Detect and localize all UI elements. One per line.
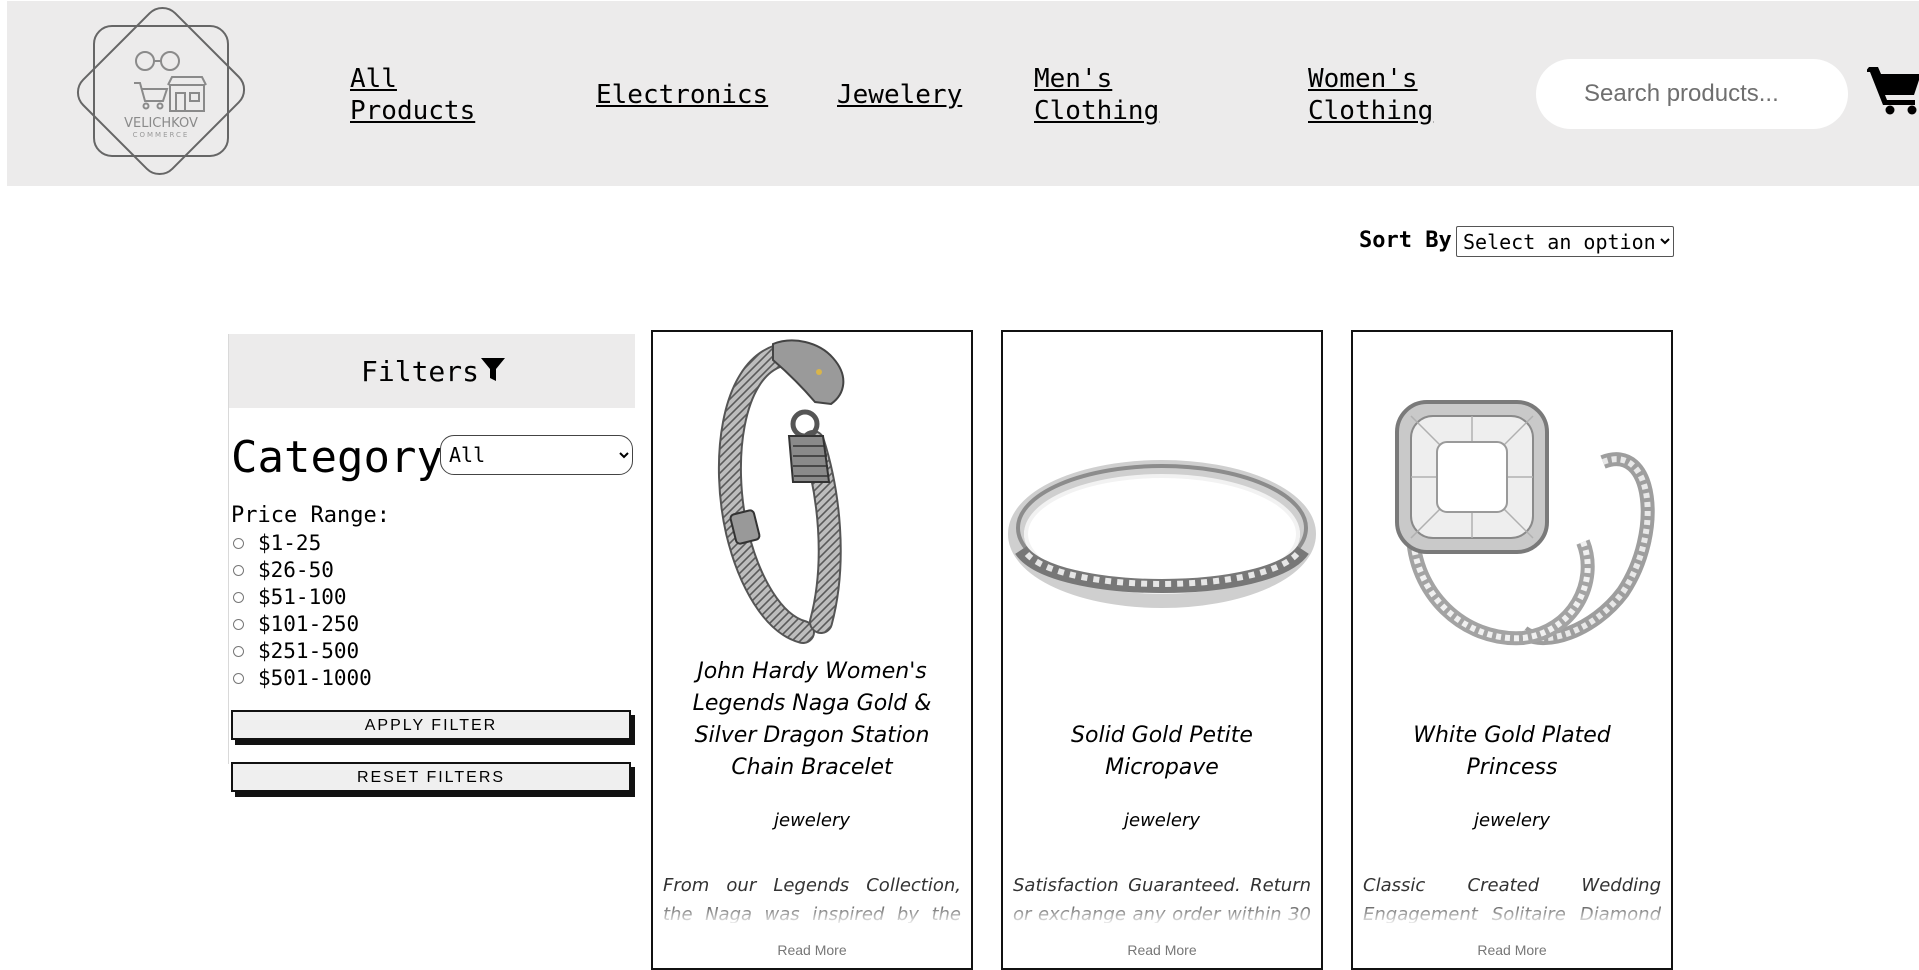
product-card[interactable]: Solid Gold Petite Micropave jewelery Sat… [1001,330,1323,970]
nav-all-products-label-2: Products [350,96,476,126]
nav-mens-clothing-label-1: Men's [1034,64,1113,94]
radio-button[interactable] [233,645,244,657]
product-title[interactable]: John Hardy Women's Legends Naga Gold & S… [665,656,959,784]
nav-womens-clothing[interactable]: Women's Clothing [1308,63,1433,127]
store-logo-icon[interactable]: VELICHKOV COMMERCE [72,5,250,177]
price-range-option[interactable]: $501-1000 [233,665,372,691]
product-title-line: White Gold Plated [1413,723,1611,748]
price-range-option[interactable]: $26-50 [233,557,334,583]
price-range-text: $251-500 [258,639,360,663]
product-description: From our Legends Collection, the Naga wa… [663,875,961,923]
nav-mens-clothing[interactable]: Men's Clothing [1034,63,1159,127]
price-range-label: Price Range: [231,503,390,528]
princess-ring-image[interactable] [1353,332,1671,648]
product-title-line: John Hardy Women's [697,659,927,684]
product-category: jewelery [1124,810,1200,831]
filters-header: Filters [229,334,635,408]
nav-all-products-label-1: All [350,64,397,94]
product-title[interactable]: Solid Gold Petite Micropave [1015,720,1309,784]
sort-label: Sort By: [1359,228,1465,253]
search-input[interactable] [1536,59,1848,129]
product-category: jewelery [774,810,850,831]
logo-subtext: COMMERCE [133,131,190,139]
radio-button[interactable] [233,591,244,603]
product-description: Classic Created Wedding Engagement Solit… [1363,875,1661,923]
radio-button[interactable] [233,537,244,549]
product-title[interactable]: White Gold Plated Princess [1365,720,1659,784]
nav-all-products[interactable]: All Products [350,63,475,127]
nav-mens-clothing-label-2: Clothing [1034,96,1160,126]
price-range-option[interactable]: $51-100 [233,584,347,610]
nav-womens-clothing-label-2: Clothing [1308,96,1434,126]
site-header: VELICHKOV COMMERCE All Products Electron… [7,1,1919,186]
filters-panel: Filters Category: All Price Range: $1-25… [228,334,635,792]
product-card[interactable]: John Hardy Women's Legends Naga Gold & S… [651,330,973,970]
nav-jewelery-label: Jewelery [837,80,963,110]
product-title-line: Silver Dragon Station [694,723,930,748]
silver-band-ring-image[interactable] [1003,332,1321,648]
shopping-cart-icon[interactable] [1867,63,1919,115]
price-range-text: $51-100 [258,585,347,609]
nav-womens-clothing-label-1: Women's [1308,64,1418,94]
sort-select[interactable]: Select an option [1456,226,1674,257]
price-range-text: $101-250 [258,612,360,636]
nav-electronics-label: Electronics [596,80,769,110]
product-title-line: Princess [1466,755,1558,780]
price-range-text: $1-25 [258,531,322,555]
reset-filters-button[interactable]: RESET FILTERS [231,762,631,792]
funnel-icon [481,358,505,381]
product-card[interactable]: White Gold Plated Princess jewelery Clas… [1351,330,1673,970]
logo-text: VELICHKOV [124,116,198,131]
nav-electronics[interactable]: Electronics [596,79,768,111]
price-range-text: $501-1000 [258,666,372,690]
price-range-option[interactable]: $251-500 [233,638,359,664]
apply-filter-button[interactable]: APPLY FILTER [231,710,631,740]
category-label: Category: [231,432,470,483]
price-range-option[interactable]: $1-25 [233,530,321,556]
radio-button[interactable] [233,618,244,630]
dragon-bracelet-image[interactable] [653,332,971,648]
price-range-text: $26-50 [258,558,334,582]
product-title-line: Legends Naga Gold & [692,691,932,716]
price-range-option[interactable]: $101-250 [233,611,359,637]
filters-title: Filters [361,355,480,388]
product-category: jewelery [1474,810,1550,831]
product-title-line: Chain Bracelet [731,755,893,780]
product-description: Satisfaction Guaranteed. Return or excha… [1013,875,1311,923]
radio-button[interactable] [233,672,244,684]
nav-jewelery[interactable]: Jewelery [837,79,962,111]
product-title-line: Solid Gold Petite [1071,723,1253,748]
category-select[interactable]: All [440,435,633,475]
radio-button[interactable] [233,564,244,576]
product-title-line: Micropave [1105,755,1219,780]
